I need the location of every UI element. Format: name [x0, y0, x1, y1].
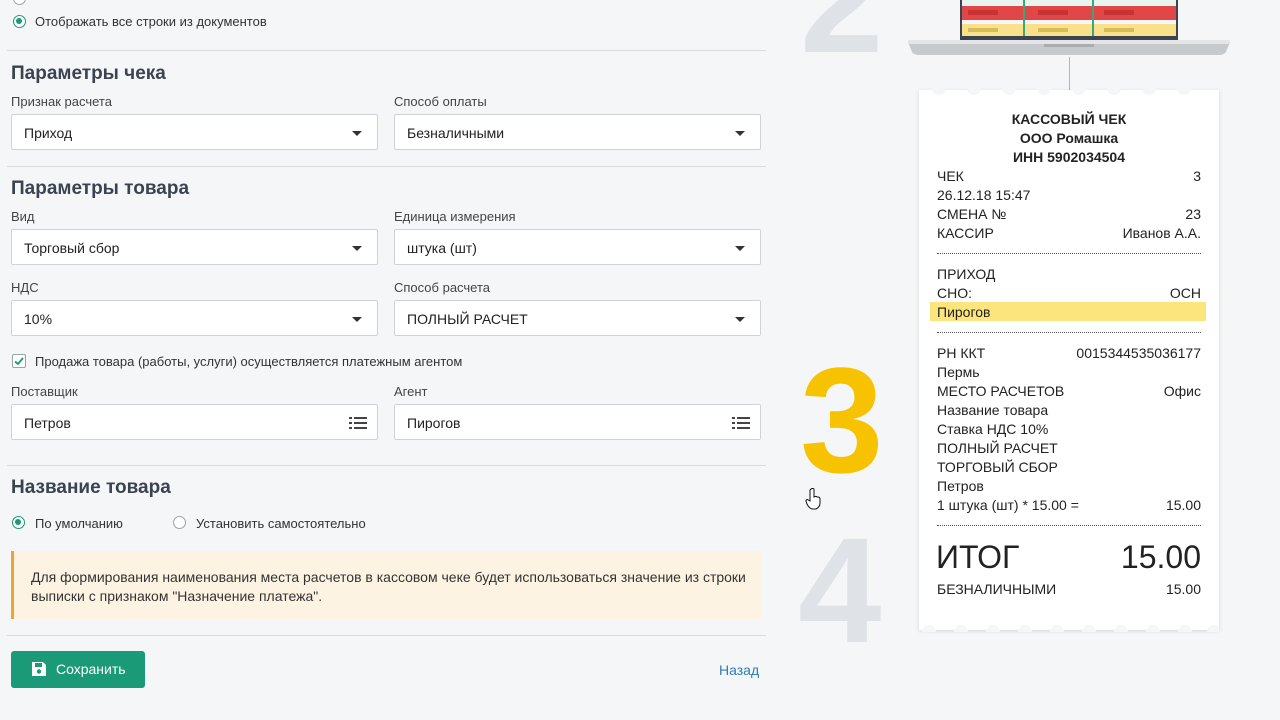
receipt-separator: [937, 253, 1201, 254]
receipt-rn-value: 0015344535036177: [1076, 345, 1201, 361]
kind-label: Вид: [11, 209, 35, 224]
payment-method-select[interactable]: Безналичными: [394, 114, 761, 150]
payment-sign-label: Признак расчета: [11, 94, 112, 109]
receipt-full-calc: ПОЛНЫЙ РАСЧЕТ: [937, 440, 1058, 456]
info-notice: Для формирования наименования места расч…: [11, 551, 761, 619]
receipt-separator: [937, 525, 1201, 526]
chevron-down-icon: [352, 131, 362, 136]
receipt-top-edge: [932, 88, 1191, 95]
receipt-shift-label: СМЕНА №: [937, 206, 1007, 222]
receipt-income: ПРИХОД: [937, 266, 996, 282]
section-title-receipt-params: Параметры чека: [11, 63, 166, 84]
receipt-place-label: МЕСТО РАСЧЕТОВ: [937, 383, 1065, 399]
receipt-supplier: Петров: [937, 478, 984, 494]
save-button[interactable]: Сохранить: [11, 651, 145, 688]
radio-show-all-rows-label: Отображать все строки из документов: [35, 14, 267, 29]
radio-default-name[interactable]: [12, 516, 25, 529]
receipt-place-value: Офис: [1163, 383, 1201, 399]
receipt-cashier-label: КАССИР: [937, 225, 994, 241]
chevron-down-icon: [352, 246, 362, 251]
agent-checkbox-label: Продажа товара (работы, услуги) осуществ…: [35, 354, 463, 369]
list-icon[interactable]: [349, 417, 367, 429]
receipt-city: Пермь: [937, 364, 980, 380]
receipt-qty-value: 15.00: [1165, 497, 1201, 513]
radio-show-all-rows[interactable]: [13, 15, 26, 28]
info-notice-text: Для формирования наименования места расч…: [31, 569, 746, 604]
step-number-3: 3: [800, 336, 884, 504]
connector-line: [1069, 57, 1070, 90]
receipt-trade-fee: ТОРГОВЫЙ СБОР: [937, 459, 1058, 475]
vat-value: 10%: [24, 311, 53, 327]
receipt-rn-label: РН ККТ: [937, 345, 986, 361]
receipt-datetime: 26.12.18 15:47: [937, 187, 1031, 203]
vat-label: НДС: [11, 280, 39, 295]
unit-select[interactable]: штука (шт): [394, 229, 761, 265]
agent-label: Агент: [394, 384, 428, 399]
receipt-item-name: Название товара: [937, 402, 1049, 418]
radio-default-name-label: По умолчанию: [35, 516, 123, 531]
payment-sign-select[interactable]: Приход: [11, 114, 378, 150]
save-button-label: Сохранить: [56, 661, 126, 677]
settings-panel: Отображать все строки из документов Пара…: [0, 0, 775, 720]
receipt-vat-rate: Ставка НДС 10%: [937, 421, 1049, 437]
receipt-header-company: ООО Ромашка: [1019, 130, 1119, 146]
calc-method-select[interactable]: ПОЛНЫЙ РАСЧЕТ: [394, 300, 761, 336]
receipt-sno-label: СНО:: [937, 285, 972, 301]
radio-custom-name-label: Установить самостоятельно: [196, 516, 366, 531]
calc-method-value: ПОЛНЫЙ РАСЧЕТ: [407, 311, 528, 327]
floppy-disk-icon: [32, 662, 46, 676]
receipt-shift-value: 23: [1185, 206, 1201, 222]
step-number-2: 2: [800, 0, 884, 84]
receipt-header-inn: ИНН 5902034504: [1012, 149, 1126, 165]
receipt-check-value: 3: [1193, 168, 1201, 184]
payment-sign-value: Приход: [24, 125, 73, 141]
divider: [7, 465, 766, 466]
receipt-agent-name: Пирогов: [937, 304, 991, 320]
receipt-bottom-edge: [922, 625, 1219, 632]
agent-field[interactable]: Пирогов: [394, 404, 761, 440]
supplier-value: Петров: [24, 415, 71, 431]
divider: [7, 635, 766, 636]
receipt-sno-value: ОСН: [1169, 285, 1201, 301]
receipt-check-label: ЧЕК: [937, 168, 964, 184]
divider: [7, 166, 766, 167]
agent-checkbox[interactable]: [12, 354, 26, 368]
step-number-4: 4: [798, 506, 882, 674]
supplier-field[interactable]: Петров: [11, 404, 378, 440]
chevron-down-icon: [735, 131, 745, 136]
receipt-total-value: 15.00: [1120, 539, 1201, 575]
radio-custom-name[interactable]: [173, 516, 186, 529]
receipt-qty-line: 1 штука (шт) * 15.00 =: [937, 497, 1079, 513]
receipt-cashless-label: БЕЗНАЛИЧНЫМИ: [937, 581, 1057, 597]
hand-cursor-icon: [805, 488, 821, 510]
agent-value: Пирогов: [407, 415, 461, 431]
unit-label: Единица измерения: [394, 209, 516, 224]
supplier-label: Поставщик: [11, 384, 78, 399]
kind-select[interactable]: Торговый сбор: [11, 229, 378, 265]
back-link[interactable]: Назад: [719, 662, 759, 678]
divider: [7, 50, 766, 51]
kind-value: Торговый сбор: [24, 240, 120, 256]
receipt-total-label: ИТОГ: [936, 539, 1020, 575]
chevron-down-icon: [352, 317, 362, 322]
radio-hidden-option[interactable]: [13, 0, 26, 5]
laptop-illustration: [908, 0, 1230, 55]
section-title-product-name: Название товара: [11, 477, 171, 498]
checkmark-icon: [14, 357, 24, 366]
receipt-cashier-value: Иванов А.А.: [1122, 225, 1201, 241]
calc-method-label: Способ расчета: [394, 280, 491, 295]
receipt-preview: КАССОВЫЙ ЧЕК ООО Ромашка ИНН 5902034504 …: [919, 88, 1219, 632]
receipt-cashless-value: 15.00: [1165, 581, 1201, 597]
chevron-down-icon: [735, 317, 745, 322]
unit-value: штука (шт): [407, 240, 477, 256]
list-icon[interactable]: [732, 417, 750, 429]
payment-method-value: Безналичными: [407, 125, 505, 141]
chevron-down-icon: [735, 246, 745, 251]
payment-method-label: Способ оплаты: [394, 94, 487, 109]
receipt-separator: [937, 332, 1201, 333]
section-title-product-params: Параметры товара: [11, 178, 190, 199]
receipt-header-title: КАССОВЫЙ ЧЕК: [1011, 111, 1127, 127]
vat-select[interactable]: 10%: [11, 300, 378, 336]
